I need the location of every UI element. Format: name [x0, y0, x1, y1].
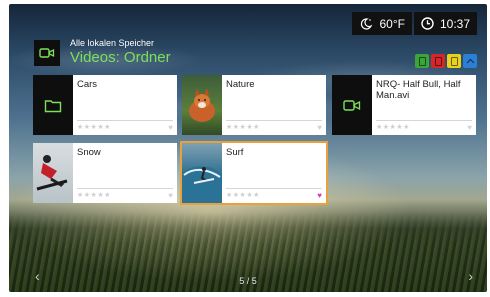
favorite-heart-icon[interactable]: ♥	[168, 191, 173, 200]
media-tile-photo-selected[interactable]: Surf ★★★★★ ♥	[180, 141, 328, 205]
tile-label: Surf	[226, 147, 244, 158]
divider	[226, 120, 322, 121]
divider	[376, 120, 472, 121]
favorite-heart-icon[interactable]: ♥	[317, 191, 322, 200]
night-weather-icon	[361, 17, 373, 30]
yellow-button[interactable]	[447, 54, 461, 68]
next-page-arrow[interactable]: ›	[468, 268, 473, 284]
media-browser-screen: 60°F 10:37 Alle lokalen Speicher Videos:…	[9, 4, 487, 292]
tile-label: NRQ- Half Bull, Half Man.avi	[376, 79, 461, 101]
favorite-heart-icon[interactable]: ♥	[168, 123, 173, 132]
green-button[interactable]	[415, 54, 429, 68]
color-button-bar	[415, 54, 477, 68]
clock-widget: 10:37	[413, 12, 477, 35]
rating-stars: ★★★★★	[77, 124, 111, 131]
divider	[77, 120, 173, 121]
weather-widget[interactable]: 60°F	[352, 12, 412, 35]
media-tile-folder[interactable]: Cars ★★★★★ ♥	[33, 75, 177, 135]
red-button[interactable]	[431, 54, 445, 68]
breadcrumb: Alle lokalen Speicher	[70, 38, 155, 48]
rating-stars: ★★★★★	[376, 124, 410, 131]
tile-label: Snow	[77, 147, 101, 158]
rating-stars: ★★★★★	[77, 192, 111, 199]
media-tile-video[interactable]: NRQ- Half Bull, Half Man.avi ★★★★★ ♥	[332, 75, 476, 135]
status-bar: 60°F 10:37	[352, 12, 477, 35]
page-title: Videos: Ordner	[70, 49, 171, 66]
video-camera-icon	[332, 75, 372, 135]
video-camera-icon	[34, 39, 60, 66]
favorite-heart-icon[interactable]: ♥	[467, 123, 472, 132]
clock-icon	[421, 17, 434, 30]
page-indicator: 5 / 5	[239, 276, 257, 286]
clock-time: 10:37	[439, 16, 470, 31]
tile-label: Cars	[77, 79, 98, 90]
weather-temperature: 60°F	[379, 16, 405, 31]
snowboard-thumbnail	[33, 143, 73, 203]
media-tile-photo[interactable]: Snow ★★★★★ ♥	[33, 143, 177, 203]
media-tile-photo[interactable]: Nature ★★★★★ ♥	[182, 75, 326, 135]
blue-button[interactable]	[463, 54, 477, 68]
rating-stars: ★★★★★	[226, 124, 260, 131]
divider	[226, 188, 322, 189]
rating-stars: ★★★★★	[226, 192, 260, 199]
favorite-heart-icon[interactable]: ♥	[317, 123, 322, 132]
fox-thumbnail	[182, 75, 222, 135]
divider	[77, 188, 173, 189]
folder-icon	[33, 75, 73, 135]
surf-thumbnail	[182, 143, 222, 203]
tile-label: Nature	[226, 79, 255, 90]
page-header: Alle lokalen Speicher Videos: Ordner	[34, 38, 171, 67]
